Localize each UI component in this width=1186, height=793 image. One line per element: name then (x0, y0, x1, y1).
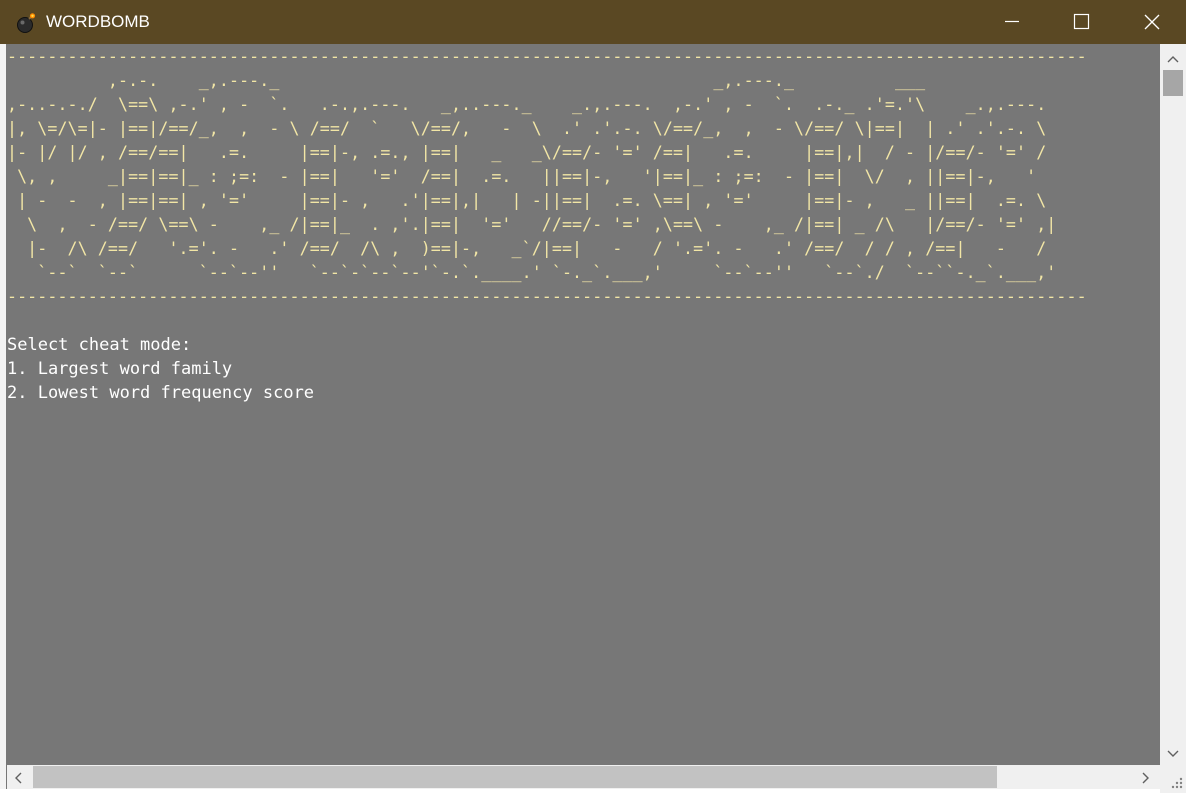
scroll-left-icon[interactable] (12, 770, 24, 789)
bomb-icon[interactable] (16, 12, 38, 34)
scroll-right-icon[interactable] (1140, 770, 1152, 789)
banner-line: |- /\ /==/ '.='. - .' /==/ /\ , )==|-, _… (7, 239, 1047, 258)
resize-grip[interactable] (1160, 765, 1186, 793)
horizontal-scrollbar-thumb[interactable] (33, 766, 997, 788)
banner-line: | - - , |==|==| , '=' |==|- , .'|==|,| |… (7, 191, 1047, 210)
vertical-scrollbar-thumb[interactable] (1163, 70, 1183, 96)
menu-option-largest-word-family: 1. Largest word family (7, 359, 233, 379)
resize-grip-icon (1160, 777, 1186, 793)
scroll-up-icon[interactable] (1166, 50, 1180, 69)
banner-line: \, , _|==|==|_ : ;=: - |==| '=' /==| .=.… (7, 167, 1037, 186)
vertical-scrollbar[interactable] (1160, 44, 1186, 765)
banner-line: ,-..-.-./ \==\ ,-.' , - `. .-.,.---. _,.… (7, 95, 1047, 114)
menu-prompt: Select cheat mode: (7, 335, 192, 355)
banner-line: \ , - /==/ \==\ - ,_ /|==|_ . ,'.|==| '=… (7, 215, 1057, 234)
window-bottom-edge (0, 789, 1160, 793)
console-output[interactable]: ----------------------------------------… (7, 44, 1160, 765)
minimize-button[interactable] (992, 0, 1038, 44)
cheat-mode-menu: Select cheat mode: 1. Largest word famil… (7, 333, 314, 405)
console-window: WORDBOMB -------------------------------… (0, 0, 1186, 793)
background-window-edge (0, 44, 6, 793)
banner-line: |, \=/\=|- |==|/==/_, , - \ /==/ ` \/==/… (7, 119, 1047, 138)
window-title: WORDBOMB (46, 12, 150, 31)
menu-option-lowest-frequency: 2. Lowest word frequency score (7, 383, 315, 403)
banner-line: ----------------------------------------… (7, 47, 1087, 66)
scroll-down-icon[interactable] (1166, 745, 1180, 764)
wordbomb-ascii-banner: ----------------------------------------… (7, 45, 1087, 309)
banner-line: |- |/ |/ , /==/==| .=. |==|-, .=., |==| … (7, 143, 1047, 162)
close-button[interactable] (1130, 0, 1176, 44)
banner-line: `--` `--` `--`--'' `--`-`--`--'`-.`.____… (7, 263, 1057, 282)
banner-line: ----------------------------------------… (7, 287, 1087, 306)
title-bar[interactable]: WORDBOMB (0, 0, 1186, 44)
banner-line: ,-.-. _,.---._ _,.---._ ___ (7, 71, 926, 90)
maximize-button[interactable] (1058, 0, 1104, 44)
